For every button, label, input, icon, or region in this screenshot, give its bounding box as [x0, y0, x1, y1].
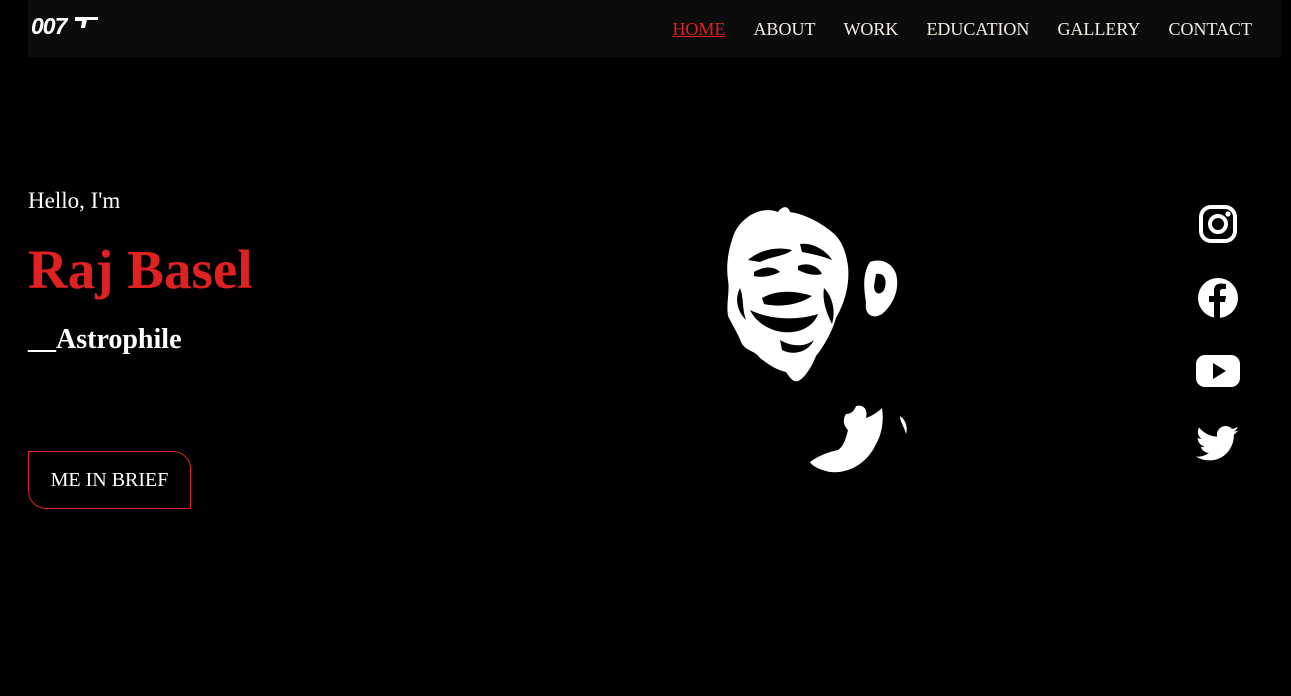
nav-item-education[interactable]: EDUCATION: [926, 20, 1029, 38]
hero-greeting: Hello, I'm: [28, 188, 121, 213]
facebook-link[interactable]: [1194, 274, 1242, 322]
twitter-link[interactable]: [1194, 420, 1242, 468]
logo-text: 007: [31, 13, 67, 39]
nav-item-home[interactable]: HOME: [672, 20, 725, 38]
nav-item-work[interactable]: WORK: [843, 20, 898, 38]
nav-item-about[interactable]: ABOUT: [753, 20, 815, 38]
nav-item-contact[interactable]: CONTACT: [1168, 20, 1252, 38]
nav-item-gallery[interactable]: GALLERY: [1057, 20, 1140, 38]
gun-logo-icon: [75, 17, 98, 28]
page: 007 HOME ABOUT WORK EDUCATION GALLERY CO…: [0, 0, 1291, 696]
me-in-brief-button[interactable]: ME IN BRIEF: [28, 451, 191, 509]
hero-tagline: __Astrophile: [28, 324, 182, 355]
main-nav: HOME ABOUT WORK EDUCATION GALLERY CONTAC…: [672, 0, 1281, 57]
youtube-link[interactable]: [1194, 347, 1242, 395]
instagram-link[interactable]: [1194, 200, 1242, 248]
portrait-image: [727, 207, 907, 473]
hero-name: Raj Basel: [28, 239, 253, 300]
logo[interactable]: 007: [31, 11, 98, 41]
navbar: 007 HOME ABOUT WORK EDUCATION GALLERY CO…: [28, 0, 1281, 57]
facebook-icon: [1198, 278, 1238, 318]
twitter-icon: [1196, 426, 1239, 461]
youtube-icon: [1196, 355, 1240, 387]
instagram-icon: [1199, 205, 1237, 243]
